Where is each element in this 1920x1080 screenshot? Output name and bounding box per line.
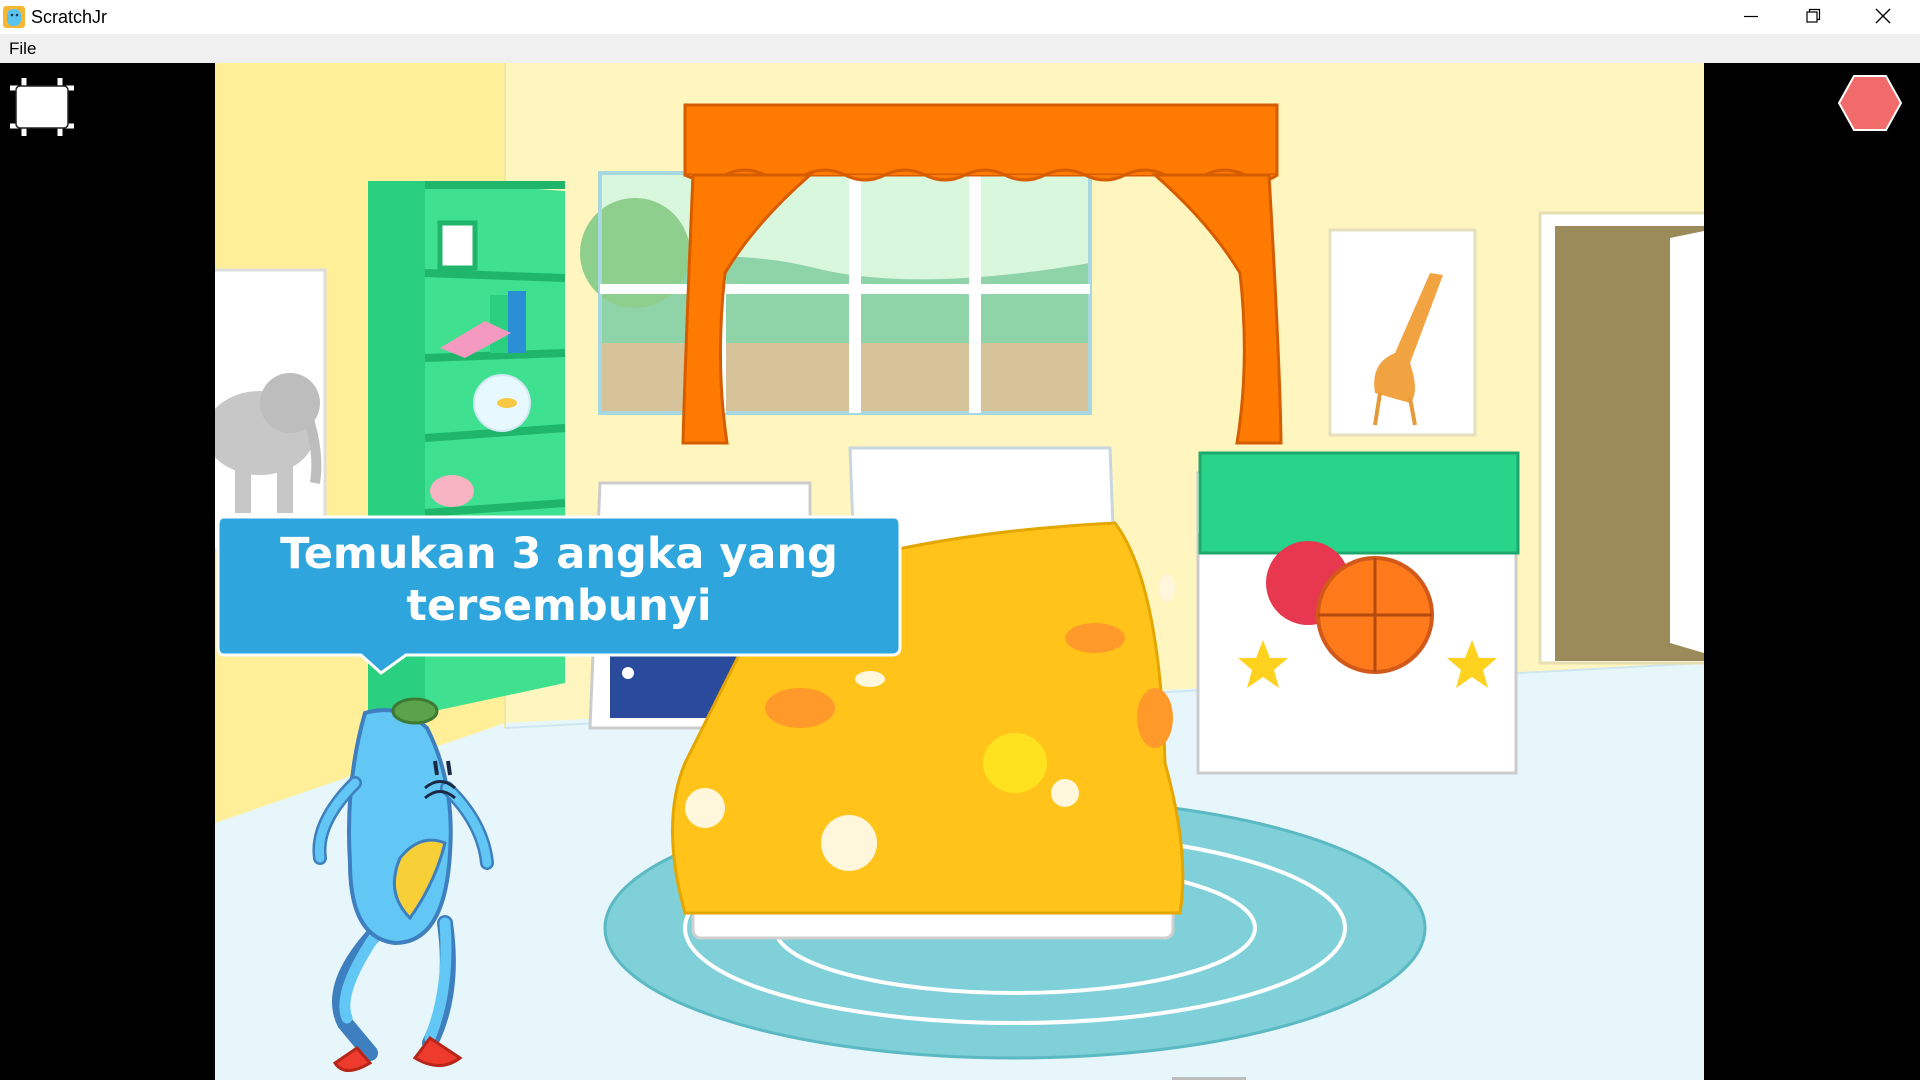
- right-letterbox: [1704, 63, 1920, 1080]
- fullscreen-exit-icon: [10, 78, 74, 136]
- speech-bubble: Temukan 3 angka yang tersembunyi: [216, 515, 902, 675]
- stop-hexagon-icon: [1837, 75, 1903, 131]
- speech-bubble-text: Temukan 3 angka yang tersembunyi: [280, 529, 838, 631]
- close-button[interactable]: [1848, 0, 1916, 34]
- window-title: ScratchJr: [31, 7, 108, 27]
- restore-button[interactable]: [1780, 0, 1848, 34]
- elephant-poster: [215, 268, 327, 552]
- menu-bar: File: [0, 34, 1920, 63]
- stop-button[interactable]: [1837, 74, 1903, 132]
- scratchjr-app-icon: [3, 6, 25, 28]
- menu-file[interactable]: File: [9, 39, 36, 59]
- exit-fullscreen-button[interactable]: [6, 76, 78, 138]
- window: [580, 171, 1092, 415]
- minimize-button[interactable]: [1710, 0, 1778, 34]
- toy-box: [1196, 451, 1520, 775]
- door: [1538, 211, 1704, 665]
- minimize-icon: [1744, 15, 1758, 18]
- left-letterbox: [0, 63, 215, 1080]
- close-icon: [1875, 8, 1891, 24]
- giraffe-poster: [1328, 228, 1477, 437]
- title-bar: ScratchJr: [0, 0, 1920, 34]
- restore-icon: [1806, 8, 1821, 23]
